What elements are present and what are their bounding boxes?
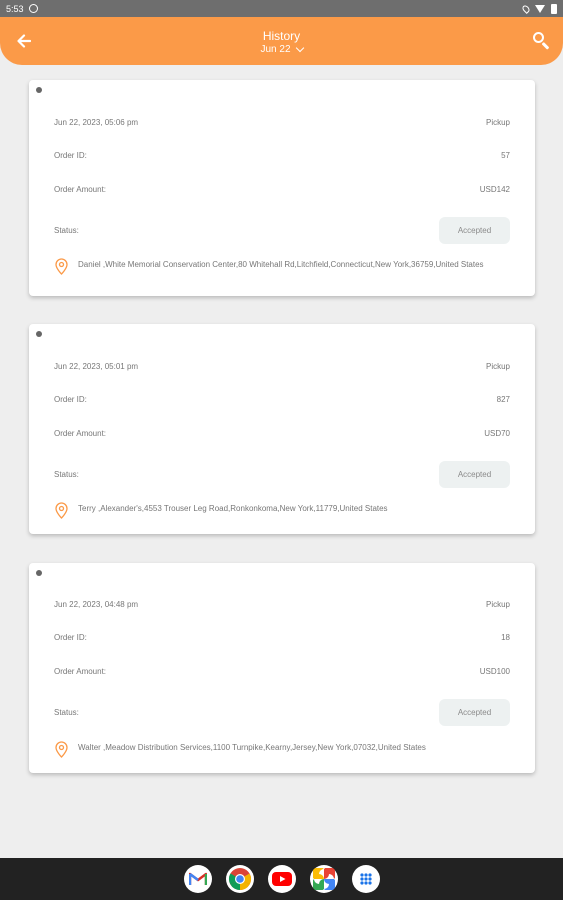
bullet-icon (36, 331, 42, 337)
order-id-value: 827 (496, 395, 510, 404)
bullet-icon (36, 87, 42, 93)
order-id-row: Order ID: 18 (54, 633, 510, 642)
youtube-icon[interactable] (267, 865, 296, 893)
order-address: Terry ,Alexander's,4553 Trouser Leg Road… (54, 502, 510, 519)
chrome-icon[interactable] (225, 865, 254, 893)
order-amount-value: USD100 (479, 667, 510, 676)
app-drawer-icon[interactable] (351, 865, 380, 893)
order-id-value: 57 (501, 151, 510, 160)
order-status-row: Status: Accepted (54, 699, 510, 726)
search-button[interactable] (529, 29, 553, 53)
order-amount-row: Order Amount: USD100 (54, 667, 510, 676)
order-amount-label: Order Amount: (54, 667, 107, 676)
order-status-label: Status: (54, 226, 79, 235)
date-label: Jun 22 (260, 44, 291, 55)
order-amount-row: Order Amount: USD142 (54, 185, 510, 194)
order-address: Daniel ,White Memorial Conservation Cent… (54, 258, 510, 275)
status-badge[interactable]: Accepted (439, 461, 510, 488)
gmail-icon[interactable] (183, 865, 212, 893)
chevron-down-icon (295, 43, 304, 52)
location-pin-icon (55, 741, 68, 758)
order-status-label: Status: (54, 470, 79, 479)
order-id-value: 18 (501, 633, 510, 642)
status-badge[interactable]: Accepted (439, 699, 510, 726)
order-type: Pickup (485, 600, 510, 609)
date-selector[interactable]: Jun 22 (0, 43, 563, 55)
order-status-row: Status: Accepted (54, 217, 510, 244)
order-id-row: Order ID: 827 (54, 395, 510, 404)
order-type: Pickup (485, 362, 510, 371)
order-id-label: Order ID: (54, 151, 87, 160)
order-datetime: Jun 22, 2023, 04:48 pm (54, 600, 139, 609)
location-pin-icon (55, 258, 68, 275)
order-card[interactable]: Jun 22, 2023, 05:06 pm Pickup Order ID: … (29, 80, 535, 296)
order-datetime: Jun 22, 2023, 05:06 pm (54, 118, 139, 127)
status-time: 5:53 (6, 3, 24, 14)
order-card[interactable]: Jun 22, 2023, 05:01 pm Pickup Order ID: … (29, 324, 535, 534)
battery-icon (551, 3, 557, 14)
order-datetime-row: Jun 22, 2023, 04:48 pm Pickup (54, 600, 510, 609)
status-badge[interactable]: Accepted (439, 217, 510, 244)
order-id-label: Order ID: (54, 395, 87, 404)
status-bar: 5:53 (0, 0, 563, 17)
order-datetime-row: Jun 22, 2023, 05:01 pm Pickup (54, 362, 510, 371)
wifi-icon (535, 4, 545, 13)
order-datetime: Jun 22, 2023, 05:01 pm (54, 362, 139, 371)
system-notification-icon (28, 4, 38, 13)
bullet-icon (36, 570, 42, 576)
location-icon (521, 3, 531, 14)
page-title: History (262, 29, 301, 43)
order-amount-value: USD70 (484, 429, 510, 438)
app-dock (0, 858, 563, 900)
order-amount-label: Order Amount: (54, 429, 107, 438)
status-indicators (521, 3, 557, 14)
address-text: Walter ,Meadow Distribution Services,110… (78, 743, 426, 752)
order-address: Walter ,Meadow Distribution Services,110… (54, 741, 510, 758)
order-amount-value: USD142 (479, 185, 510, 194)
order-amount-row: Order Amount: USD70 (54, 429, 510, 438)
order-status-row: Status: Accepted (54, 461, 510, 488)
location-pin-icon (55, 502, 68, 519)
order-card[interactable]: Jun 22, 2023, 04:48 pm Pickup Order ID: … (29, 563, 535, 773)
app-header: History Jun 22 (0, 17, 563, 65)
order-amount-label: Order Amount: (54, 185, 107, 194)
address-text: Terry ,Alexander's,4553 Trouser Leg Road… (78, 504, 388, 513)
order-id-row: Order ID: 57 (54, 151, 510, 160)
order-status-label: Status: (54, 708, 79, 717)
order-type: Pickup (485, 118, 510, 127)
photos-icon[interactable] (309, 865, 338, 893)
order-id-label: Order ID: (54, 633, 87, 642)
order-datetime-row: Jun 22, 2023, 05:06 pm Pickup (54, 118, 510, 127)
address-text: Daniel ,White Memorial Conservation Cent… (78, 260, 484, 269)
